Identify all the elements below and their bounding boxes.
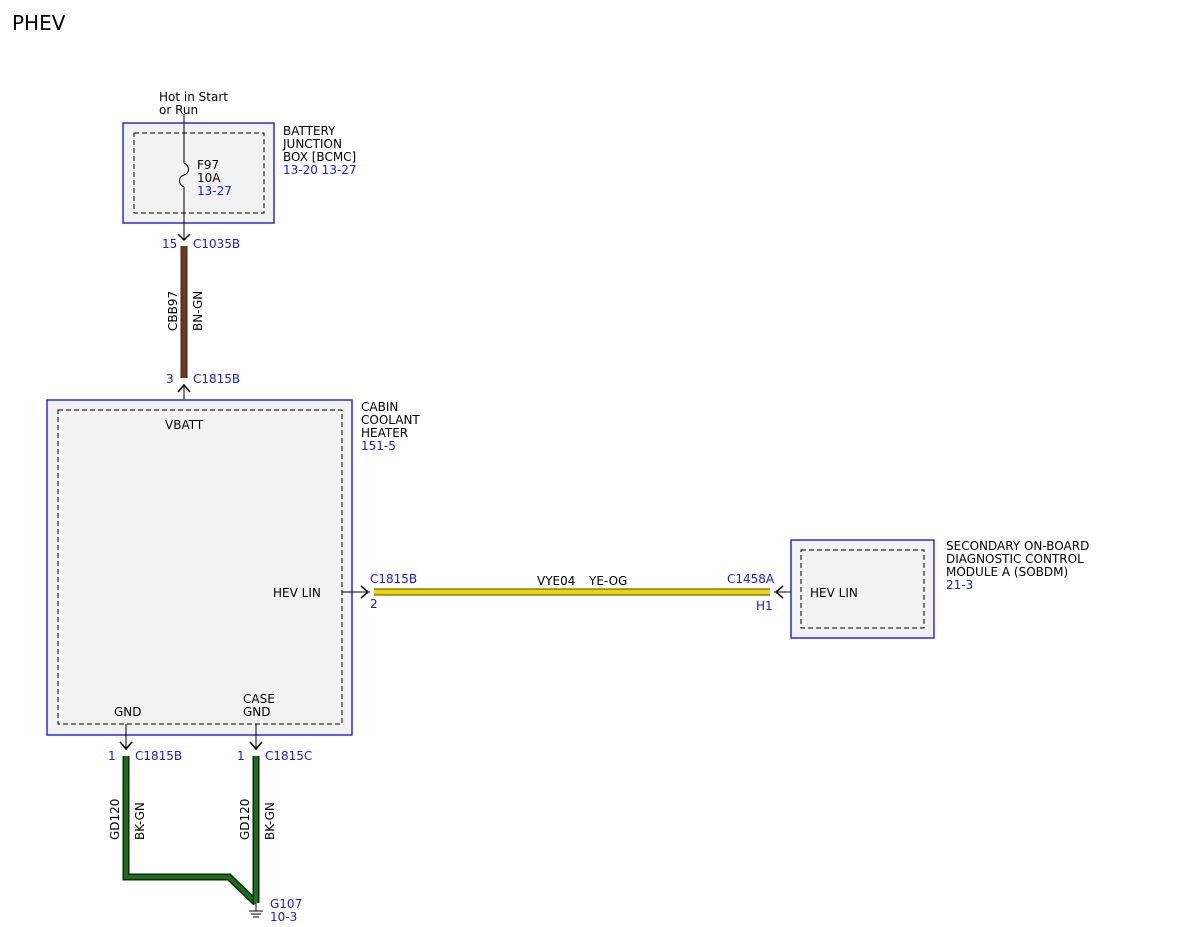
c1035b-pin: 15: [162, 237, 177, 251]
cabin-coolant-heater[interactable]: [46, 399, 353, 736]
heater-name-line1: CABIN: [361, 400, 398, 414]
wiring-diagram: PHEV Hot in Start or Run BATTERY JUNCTIO…: [12, 11, 1089, 924]
vbatt-pin: 3: [166, 372, 174, 386]
heater-hevlin-pin: 2: [370, 597, 378, 611]
fuse-id: F97: [197, 158, 219, 172]
heater-case-label-line1: CASE: [243, 692, 275, 706]
sobdm-name-line1: SECONDARY ON-BOARD: [946, 539, 1089, 553]
heater-hevlin-label: HEV LIN: [273, 586, 321, 600]
heater-ref[interactable]: 151-5: [361, 439, 396, 453]
ground-ref[interactable]: 10-3: [270, 910, 297, 924]
sobdm-ref[interactable]: 21-3: [946, 578, 973, 592]
heater-vbatt-label: VBATT: [165, 418, 204, 432]
wire-gd120-a-circuit: GD120: [108, 799, 122, 840]
ground-symbol-icon: [249, 903, 263, 918]
wire-gd120-a-color: BK-GN: [133, 802, 147, 840]
wire-vye04-circuit: VYE04: [537, 574, 575, 588]
ground-id[interactable]: G107: [270, 897, 302, 911]
sobdm-name-line2: DIAGNOSTIC CONTROL: [946, 552, 1084, 566]
heater-hevlin-connector-label[interactable]: C1815B: [370, 572, 417, 586]
heater-gnd-label: GND: [114, 705, 142, 719]
bjb-name-line2: JUNCTION: [282, 137, 342, 151]
wire-cbb97-circuit: CBB97: [166, 291, 180, 331]
page-title: PHEV: [12, 11, 66, 35]
heater-case-label-line2: GND: [243, 705, 271, 719]
gnd-pin: 1: [108, 749, 116, 763]
heater-name-line3: HEATER: [361, 426, 408, 440]
wire-gd120-b-circuit: GD120: [238, 799, 252, 840]
case-gnd-connector-label[interactable]: C1815C: [265, 749, 312, 763]
case-gnd-pin: 1: [237, 749, 245, 763]
c1035b-connector-label[interactable]: C1035B: [193, 237, 240, 251]
supply-label-line1: Hot in Start: [159, 90, 228, 104]
supply-label-line2: or Run: [159, 103, 198, 117]
vbatt-connector-label[interactable]: C1815B: [193, 372, 240, 386]
fuse-rating: 10A: [197, 171, 221, 185]
gnd-connector-label[interactable]: C1815B: [135, 749, 182, 763]
bjb-name-line3: BOX [BCMC]: [283, 150, 356, 164]
fuse-ref[interactable]: 13-27: [197, 184, 232, 198]
bjb-name-line1: BATTERY: [283, 124, 336, 138]
wire-vye04-color: YE-OG: [588, 574, 627, 588]
bjb-refs[interactable]: 13-20 13-27: [283, 163, 357, 177]
sobdm-connector-label[interactable]: C1458A: [727, 572, 775, 586]
wire-cbb97-color: BN-GN: [191, 291, 205, 331]
sobdm-pin: H1: [756, 599, 773, 613]
heater-name-line2: COOLANT: [361, 413, 420, 427]
sobdm-name-line3: MODULE A (SOBDM): [946, 565, 1068, 579]
wire-gd120-b-color: BK-GN: [263, 802, 277, 840]
sobdm-hevlin-label: HEV LIN: [810, 586, 858, 600]
